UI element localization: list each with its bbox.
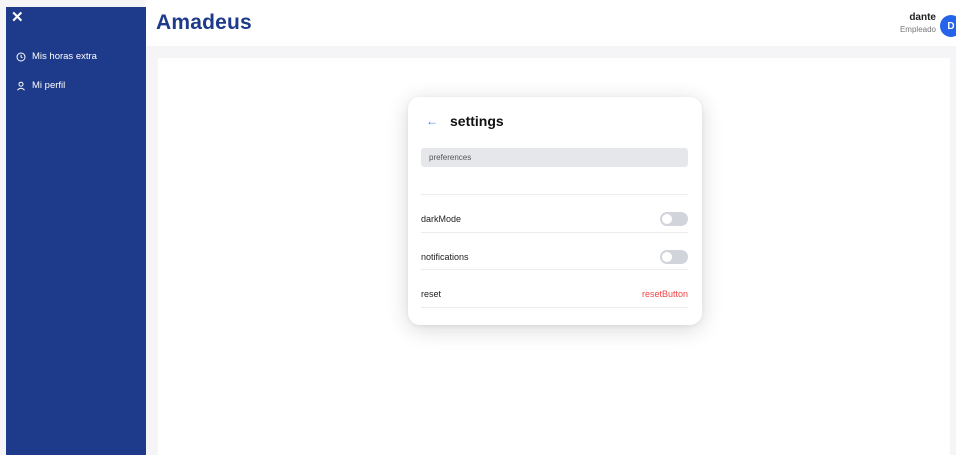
setting-label: notifications xyxy=(421,252,469,262)
sidebar-item-mi-perfil[interactable]: Mi perfil xyxy=(16,80,65,91)
setting-label: reset xyxy=(421,289,442,299)
sidebar-item-mis-horas-extra[interactable]: Mis horas extra xyxy=(16,51,97,62)
toggle-knob xyxy=(662,252,672,262)
notifications-toggle[interactable] xyxy=(660,250,688,264)
app-root: ✕ Mis horas extra Mi perfil Amadeus dant… xyxy=(0,0,956,455)
top-header: Amadeus dante Empleado D xyxy=(146,0,956,46)
divider xyxy=(421,269,688,270)
section-label: preferences xyxy=(429,153,472,162)
user-name: dante xyxy=(909,12,936,23)
divider xyxy=(421,232,688,233)
setting-row-notifications: notifications xyxy=(421,247,688,267)
settings-card: ← settings preferences darkMode notifica… xyxy=(408,97,702,325)
section-header-preferences: preferences xyxy=(421,148,688,167)
user-role: Empleado xyxy=(899,25,936,34)
brand-title: Amadeus xyxy=(156,11,252,34)
user-menu[interactable]: dante Empleado xyxy=(900,12,936,35)
back-arrow-icon[interactable]: ← xyxy=(426,115,438,127)
avatar[interactable]: D xyxy=(940,15,956,37)
sidebar: ✕ Mis horas extra Mi perfil xyxy=(6,7,146,455)
toggle-knob xyxy=(662,214,672,224)
divider xyxy=(421,194,688,195)
settings-header: ← settings xyxy=(426,113,504,129)
setting-row-darkmode: darkMode xyxy=(421,209,688,229)
divider xyxy=(421,307,688,308)
sidebar-item-label: Mi perfil xyxy=(32,80,66,91)
user-icon xyxy=(17,81,25,91)
sidebar-item-label: Mis horas extra xyxy=(32,51,97,62)
setting-row-reset: reset resetButton xyxy=(421,284,688,304)
clock-icon xyxy=(16,52,26,61)
reset-button[interactable]: resetButton xyxy=(642,289,688,299)
close-icon[interactable]: ✕ xyxy=(11,10,24,25)
settings-title: settings xyxy=(450,113,504,129)
setting-label: darkMode xyxy=(421,214,462,224)
darkmode-toggle[interactable] xyxy=(660,212,688,226)
